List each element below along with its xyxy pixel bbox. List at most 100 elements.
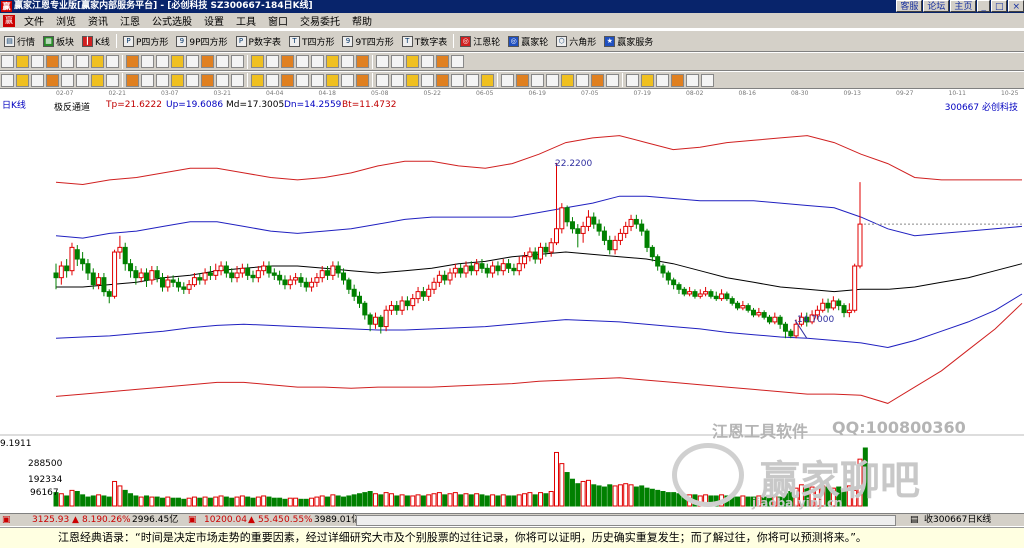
analysis-tool-icon[interactable] <box>356 73 369 87</box>
analysis-tool-icon[interactable] <box>516 73 529 87</box>
analysis-tool-icon[interactable] <box>341 73 354 87</box>
drawing-tool-icon[interactable] <box>186 55 199 68</box>
winner-wheel-tool[interactable]: ◎ 赢家轮 <box>504 35 552 48</box>
analysis-tool-icon[interactable] <box>406 73 419 87</box>
sector-tool[interactable]: ▦ 板块 <box>39 35 78 48</box>
home-button[interactable]: 主页 <box>950 0 977 12</box>
drawing-tool-icon[interactable] <box>31 55 44 68</box>
drawing-tool-icon[interactable] <box>46 55 59 68</box>
menu-formula[interactable]: 公式选股 <box>146 13 198 28</box>
drawing-tool-icon[interactable] <box>171 55 184 68</box>
analysis-tool-icon[interactable] <box>576 73 589 87</box>
drawing-tool-icon[interactable] <box>266 55 279 68</box>
analysis-tool-icon[interactable] <box>61 73 74 87</box>
service-tool[interactable]: ★ 赢家服务 <box>600 35 657 48</box>
quote-tool[interactable]: ▤ 行情 <box>0 35 39 48</box>
drawing-tool-icon[interactable] <box>126 55 139 68</box>
drawing-tool-icon[interactable] <box>61 55 74 68</box>
menu-file[interactable]: 文件 <box>18 13 50 28</box>
drawing-tool-icon[interactable] <box>16 55 29 68</box>
close-button[interactable]: × <box>1008 0 1024 12</box>
menu-settings[interactable]: 设置 <box>198 13 230 28</box>
analysis-tool-icon[interactable] <box>266 73 279 87</box>
analysis-tool-icon[interactable] <box>141 73 154 87</box>
analysis-tool-icon[interactable] <box>501 73 514 87</box>
drawing-tool-icon[interactable] <box>281 55 294 68</box>
analysis-tool-icon[interactable] <box>701 73 714 87</box>
chart-area[interactable]: 日K线 极反通道 Tp=21.6222 Up=19.6086 Md=17.300… <box>0 98 1024 512</box>
analysis-tool-icon[interactable] <box>91 73 104 87</box>
analysis-tool-icon[interactable] <box>216 73 229 87</box>
p-number-tool[interactable]: P P数字表 <box>232 35 285 48</box>
analysis-tool-icon[interactable] <box>626 73 639 87</box>
analysis-tool-icon[interactable] <box>311 73 324 87</box>
drawing-tool-icon[interactable] <box>356 55 369 68</box>
analysis-tool-icon[interactable] <box>186 73 199 87</box>
t-square-tool[interactable]: T T四方形 <box>285 35 339 48</box>
gann-wheel-tool[interactable]: ◎ 江恩轮 <box>456 35 504 48</box>
analysis-tool-icon[interactable] <box>281 73 294 87</box>
analysis-tool-icon[interactable] <box>591 73 604 87</box>
drawing-tool-icon[interactable] <box>296 55 309 68</box>
analysis-tool-icon[interactable] <box>546 73 559 87</box>
drawing-tool-icon[interactable] <box>311 55 324 68</box>
analysis-tool-icon[interactable] <box>641 73 654 87</box>
analysis-tool-icon[interactable] <box>656 73 669 87</box>
menu-trade[interactable]: 交易委托 <box>294 13 346 28</box>
drawing-tool-icon[interactable] <box>251 55 264 68</box>
t-number-tool[interactable]: T T数字表 <box>398 35 452 48</box>
analysis-tool-icon[interactable] <box>16 73 29 87</box>
menu-browse[interactable]: 浏览 <box>50 13 82 28</box>
analysis-tool-icon[interactable] <box>481 73 494 87</box>
drawing-tool-icon[interactable] <box>201 55 214 68</box>
analysis-tool-icon[interactable] <box>201 73 214 87</box>
drawing-tool-icon[interactable] <box>231 55 244 68</box>
menu-tools[interactable]: 工具 <box>230 13 262 28</box>
drawing-tool-icon[interactable] <box>106 55 119 68</box>
p-square-tool[interactable]: P P四方形 <box>119 35 172 48</box>
drawing-tool-icon[interactable] <box>376 55 389 68</box>
analysis-tool-icon[interactable] <box>561 73 574 87</box>
analysis-tool-icon[interactable] <box>686 73 699 87</box>
analysis-tool-icon[interactable] <box>376 73 389 87</box>
drawing-tool-icon[interactable] <box>141 55 154 68</box>
maximize-button[interactable]: □ <box>990 0 1008 12</box>
app-menu-icon[interactable]: 赢 <box>3 14 15 27</box>
kefu-button[interactable]: 客服 <box>896 0 923 12</box>
analysis-tool-icon[interactable] <box>76 73 89 87</box>
view-icon[interactable]: ▤ <box>910 514 919 527</box>
analysis-tool-icon[interactable] <box>451 73 464 87</box>
analysis-tool-icon[interactable] <box>671 73 684 87</box>
analysis-tool-icon[interactable] <box>421 73 434 87</box>
drawing-tool-icon[interactable] <box>391 55 404 68</box>
drawing-tool-icon[interactable] <box>406 55 419 68</box>
drawing-tool-icon[interactable] <box>341 55 354 68</box>
analysis-tool-icon[interactable] <box>126 73 139 87</box>
drawing-tool-icon[interactable] <box>421 55 434 68</box>
horizontal-scrollbar[interactable] <box>356 515 896 526</box>
drawing-tool-icon[interactable] <box>91 55 104 68</box>
menu-info[interactable]: 资讯 <box>82 13 114 28</box>
analysis-tool-icon[interactable] <box>531 73 544 87</box>
9t-square-tool[interactable]: 9 9T四方形 <box>338 35 397 48</box>
analysis-tool-icon[interactable] <box>391 73 404 87</box>
analysis-tool-icon[interactable] <box>171 73 184 87</box>
analysis-tool-icon[interactable] <box>156 73 169 87</box>
drawing-tool-icon[interactable] <box>326 55 339 68</box>
analysis-tool-icon[interactable] <box>46 73 59 87</box>
menu-window[interactable]: 窗口 <box>262 13 294 28</box>
kline-tool[interactable]: ┃ K线 <box>78 35 114 48</box>
analysis-tool-icon[interactable] <box>231 73 244 87</box>
drawing-tool-icon[interactable] <box>76 55 89 68</box>
analysis-tool-icon[interactable] <box>31 73 44 87</box>
analysis-tool-icon[interactable] <box>1 73 14 87</box>
drawing-tool-icon[interactable] <box>451 55 464 68</box>
analysis-tool-icon[interactable] <box>106 73 119 87</box>
menu-help[interactable]: 帮助 <box>346 13 378 28</box>
drawing-tool-icon[interactable] <box>216 55 229 68</box>
analysis-tool-icon[interactable] <box>296 73 309 87</box>
analysis-tool-icon[interactable] <box>606 73 619 87</box>
minimize-button[interactable]: _ <box>977 0 990 12</box>
analysis-tool-icon[interactable] <box>326 73 339 87</box>
drawing-tool-icon[interactable] <box>1 55 14 68</box>
